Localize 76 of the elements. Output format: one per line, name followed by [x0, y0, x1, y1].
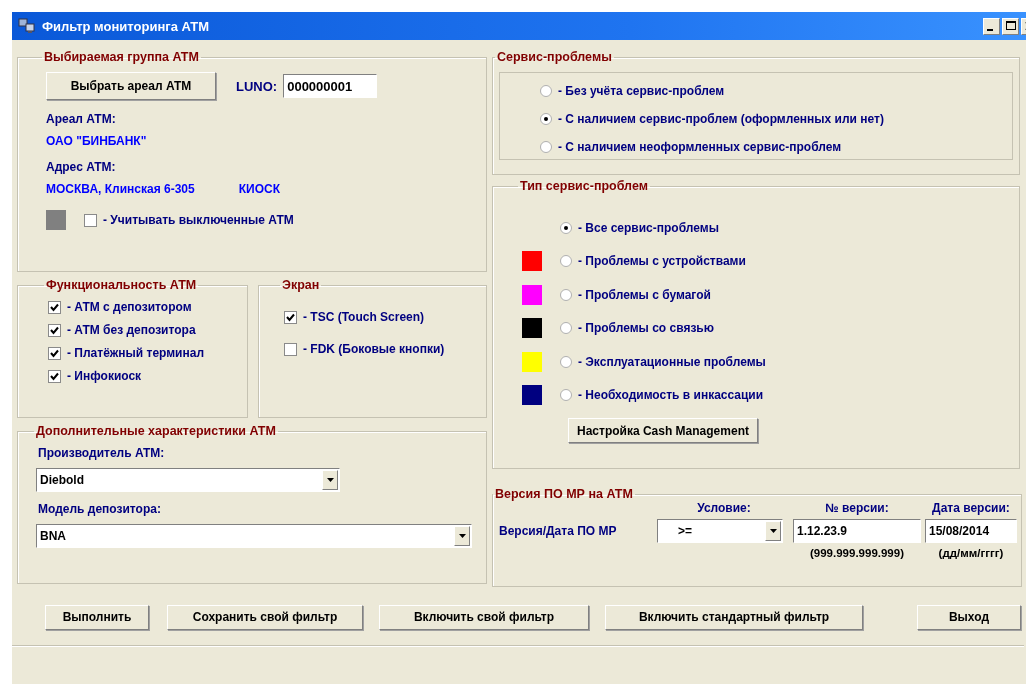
action-button[interactable]: Включить стандартный фильтр	[605, 604, 863, 630]
radio-button[interactable]	[560, 255, 572, 268]
checkbox[interactable]	[48, 323, 61, 337]
version-date-label: Дата версии:	[931, 501, 1011, 517]
luno-field[interactable]: 000000001	[283, 74, 378, 98]
panel-title: Экран	[281, 278, 321, 292]
panel-title: Версия ПО МР на АТМ	[494, 487, 634, 501]
dropdown-arrow-icon	[769, 529, 777, 533]
window-title: Фильтр мониторинга АТМ	[42, 18, 210, 34]
radio-label: - Эксплуатационные проблемы	[578, 354, 766, 369]
address-value: МОСКВА, Клинская 6-305	[46, 182, 195, 196]
minimize-button[interactable]	[983, 17, 1000, 35]
area-label: Ареал АТМ:	[46, 112, 117, 126]
version-number-label: № версии:	[824, 501, 890, 517]
panel-title: Тип сервис-проблем	[519, 179, 649, 193]
checkbox[interactable]	[284, 342, 297, 356]
depositor-label: Модель депозитора:	[38, 502, 162, 516]
version-date-field[interactable]: 15/08/2014	[925, 519, 1017, 543]
version-row-label: Версия/Дата ПО МР	[498, 524, 618, 538]
minimize-icon	[987, 28, 993, 31]
format-hint: (999.999.999.999)	[809, 547, 905, 559]
version-number-field[interactable]: 1.12.23.9	[793, 519, 921, 543]
dropdown-arrow-icon	[458, 534, 466, 538]
radio-button[interactable]	[560, 355, 572, 368]
checkbox-label: - АТМ без депозитора	[67, 323, 196, 337]
radio-label: - С наличием сервис-проблем (оформленных или нет)	[558, 112, 884, 126]
checkbox-label: - TSC (Touch Screen)	[303, 310, 425, 324]
checkbox-label: - Инфокиоск	[67, 369, 142, 383]
depositor-dropdown[interactable]: BNA	[36, 524, 472, 548]
panel-title: Дополнительные характеристики АТМ	[35, 424, 277, 438]
radio-label: - Проблемы со связью	[578, 321, 714, 336]
manufacturer-label: Производитель АТМ:	[38, 446, 166, 460]
radio-button[interactable]	[560, 389, 572, 402]
radio-label: - Необходимость в инкассации	[578, 388, 764, 403]
checkbox-label: - АТМ с депозитором	[67, 300, 192, 314]
radio-button[interactable]	[560, 322, 572, 335]
radio-button[interactable]	[560, 221, 572, 234]
action-button[interactable]: Включить свой фильтр	[379, 604, 589, 630]
radio-label: - Проблемы с бумагой	[578, 287, 711, 302]
checkbox[interactable]	[48, 346, 61, 360]
color-swatch	[46, 210, 66, 230]
maximize-button[interactable]	[1002, 17, 1019, 35]
computers-icon	[18, 18, 36, 34]
condition-dropdown[interactable]: >=	[657, 519, 783, 543]
format-hint: (дд/мм/гггг)	[937, 547, 1005, 559]
luno-label: LUNO:	[236, 78, 278, 94]
checkbox[interactable]	[84, 213, 97, 227]
panel-title: Функциональность АТМ	[45, 278, 198, 292]
checkbox[interactable]	[284, 310, 297, 324]
radio-label: - Все сервис-проблемы	[578, 220, 719, 235]
checkbox[interactable]	[48, 300, 61, 314]
action-button[interactable]: Выполнить	[45, 604, 149, 630]
condition-label: Условие:	[696, 501, 752, 517]
manufacturer-dropdown[interactable]: Diebold	[36, 468, 340, 492]
radio-button[interactable]	[540, 85, 552, 97]
area-value: ОАО "БИНБАНК"	[46, 134, 148, 148]
panel-title: Выбираемая группа АТМ	[43, 50, 200, 64]
radio-label: - Проблемы с устройствами	[578, 254, 746, 269]
checkbox-label: - FDK (Боковые кнопки)	[303, 342, 445, 356]
checkbox-label: - Учитывать выключенные АТМ	[103, 213, 294, 227]
radio-button[interactable]	[540, 113, 552, 125]
maximize-icon	[1004, 20, 1017, 32]
action-button[interactable]: Выход	[917, 604, 1021, 630]
radio-label: - С наличием неоформленных сервис-проблем	[558, 140, 842, 154]
panel-title: Сервис-проблемы	[496, 50, 613, 64]
checkbox[interactable]	[48, 369, 61, 383]
action-button[interactable]: Сохранить свой фильтр	[167, 604, 363, 630]
radio-label: - Без учёта сервис-проблем	[558, 84, 725, 98]
radio-button[interactable]	[560, 288, 572, 301]
checkbox-label: - Платёжный терминал	[67, 346, 205, 360]
atm-type-value: КИОСК	[238, 182, 280, 196]
radio-button[interactable]	[540, 141, 552, 153]
address-label: Адрес АТМ:	[46, 160, 117, 174]
cash-management-button[interactable]: Настройка Cash Management	[568, 418, 758, 443]
dropdown-arrow-icon	[326, 478, 334, 482]
select-area-button[interactable]: Выбрать ареал АТМ	[46, 72, 216, 100]
